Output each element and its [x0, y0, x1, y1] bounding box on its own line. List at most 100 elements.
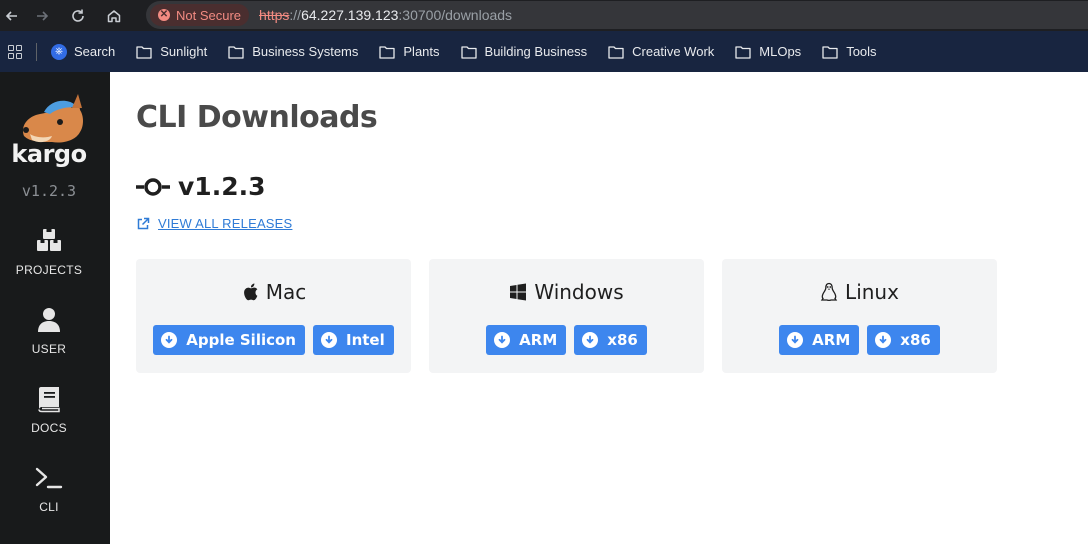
terminal-icon [35, 467, 63, 489]
url-host: 64.227.139.123 [301, 7, 399, 23]
button-label: x86 [607, 331, 638, 349]
button-label: Apple Silicon [186, 331, 296, 349]
book-icon [38, 387, 60, 413]
releases-link-text[interactable]: VIEW ALL RELEASES [158, 216, 292, 231]
sidebar-item-user[interactable]: USER [0, 306, 98, 356]
page-title: CLI Downloads [136, 100, 378, 135]
button-label: ARM [812, 331, 851, 349]
external-link-icon [137, 217, 150, 229]
bookmark-label: Search [74, 44, 116, 59]
platform-name: Windows [534, 280, 624, 304]
sidebar-item-cli[interactable]: CLI [0, 464, 98, 514]
download-circle-icon [875, 332, 892, 348]
boxes-icon [37, 229, 61, 251]
bookmarks-bar: ⎈ Search Sunlight Business Systems Plant… [0, 31, 1088, 72]
bookmark-folder-sunlight[interactable]: Sunlight [136, 44, 207, 59]
address-bar[interactable]: ✕ Not Secure https://64.227.139.123:3070… [146, 1, 1088, 29]
bookmark-label: Plants [403, 44, 440, 59]
bookmark-folder-business-systems[interactable]: Business Systems [228, 44, 358, 59]
browser-toolbar: ✕ Not Secure https://64.227.139.123:3070… [0, 0, 1088, 31]
folder-icon [228, 45, 244, 59]
url-scheme: https [259, 7, 290, 23]
windows-icon [510, 283, 527, 301]
forward-button[interactable] [24, 0, 60, 31]
folder-icon [608, 45, 624, 59]
bookmark-folder-plants[interactable]: Plants [379, 44, 440, 59]
bookmark-folder-building-business[interactable]: Building Business [460, 44, 588, 59]
bookmark-label: Building Business [484, 44, 588, 59]
folder-icon [822, 45, 838, 59]
reload-button[interactable] [60, 0, 96, 31]
download-circle-icon [161, 332, 178, 348]
download-buttons: ARM x86 [722, 325, 997, 355]
bookmark-label: Creative Work [632, 44, 715, 59]
download-apple-silicon-button[interactable]: Apple Silicon [153, 325, 305, 355]
platform-card-linux: Linux ARM x86 [722, 259, 997, 373]
release-version: v1.2.3 [136, 172, 265, 201]
bookmark-label: MLOps [759, 44, 802, 59]
folder-icon [460, 45, 477, 59]
url-text[interactable]: https://64.227.139.123:30700/downloads [259, 7, 512, 23]
download-circle-icon [787, 332, 804, 348]
button-label: x86 [900, 331, 931, 349]
linux-icon [820, 282, 838, 302]
arrow-right-icon [37, 10, 49, 21]
platform-title: Linux [722, 280, 997, 304]
main-content: CLI Downloads v1.2.3 VIEW ALL RELEASES M… [110, 72, 1088, 544]
reload-icon [72, 9, 84, 22]
download-buttons: ARM x86 [429, 325, 704, 355]
bookmarks-divider [36, 42, 37, 61]
brand-name: kargo [11, 140, 87, 168]
user-icon [38, 308, 60, 332]
bookmark-label: Sunlight [160, 44, 208, 59]
sidebar-item-projects[interactable]: PROJECTS [0, 227, 98, 277]
home-button[interactable] [96, 0, 132, 31]
download-circle-icon [320, 332, 337, 348]
security-label: Not Secure [176, 7, 242, 23]
sidebar-item-label: PROJECTS [15, 263, 83, 277]
download-circle-icon [494, 332, 511, 348]
bookmark-folder-tools[interactable]: Tools [822, 44, 877, 59]
sidebar-item-label: DOCS [31, 421, 67, 435]
folder-icon [735, 45, 751, 59]
download-linux-x86-button[interactable]: x86 [867, 325, 940, 355]
sidebar-item-label: CLI [39, 500, 59, 514]
sidebar-item-docs[interactable]: DOCS [0, 385, 98, 435]
back-button[interactable] [0, 0, 24, 31]
sidebar-item-label: USER [31, 342, 67, 356]
platform-card-mac: Mac Apple Silicon Intel [136, 259, 411, 373]
download-windows-x86-button[interactable]: x86 [574, 325, 647, 355]
download-intel-button[interactable]: Intel [312, 325, 394, 355]
bookmark-label: Business Systems [252, 44, 359, 59]
platform-title: Mac [136, 280, 411, 304]
arrow-left-icon [5, 10, 17, 21]
bookmark-folder-creative-work[interactable]: Creative Work [608, 44, 714, 59]
url-separator: :// [289, 7, 302, 23]
bookmark-search[interactable]: ⎈ Search [51, 43, 116, 60]
bookmark-folder-mlops[interactable]: MLOps [735, 44, 801, 59]
warning-icon: ✕ [158, 9, 170, 21]
platform-title: Windows [429, 280, 704, 304]
platform-name: Mac [265, 280, 307, 304]
apps-grid-icon[interactable] [8, 44, 22, 59]
apple-icon [243, 283, 258, 301]
download-buttons: Apple Silicon Intel [136, 325, 411, 355]
platform-name: Linux [845, 280, 899, 304]
version-label: v1.2.3 [178, 172, 266, 201]
home-icon [107, 9, 121, 22]
download-windows-arm-button[interactable]: ARM [486, 325, 567, 355]
folder-icon [136, 45, 152, 59]
code-commit-icon [136, 177, 170, 196]
kubernetes-icon: ⎈ [51, 43, 67, 60]
download-linux-arm-button[interactable]: ARM [779, 325, 860, 355]
platform-card-windows: Windows ARM x86 [429, 259, 704, 373]
view-all-releases-link[interactable]: VIEW ALL RELEASES [136, 216, 292, 231]
bookmark-label: Tools [846, 44, 877, 59]
security-indicator[interactable]: ✕ Not Secure [150, 4, 250, 26]
folder-icon [379, 45, 396, 59]
url-path: :30700/downloads [398, 7, 513, 23]
button-label: Intel [345, 331, 385, 349]
download-circle-icon [582, 332, 599, 348]
app-sidebar: kargo v1.2.3 PROJECTS USER DOCS CLI [0, 72, 110, 544]
button-label: ARM [519, 331, 558, 349]
